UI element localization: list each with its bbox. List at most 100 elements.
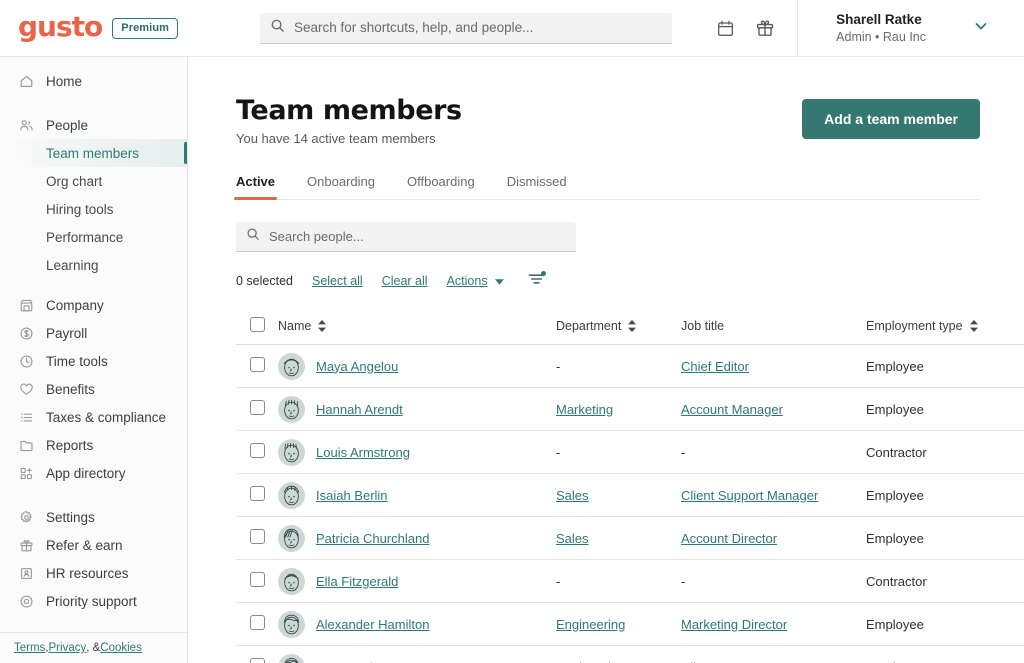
row-checkbox[interactable] [250,357,265,373]
row-checkbox[interactable] [250,658,265,663]
row-checkbox[interactable] [250,572,265,588]
row-select-cell [236,430,278,475]
add-team-member-button[interactable]: Add a team member [802,99,980,139]
sidebar-item-hr-resources[interactable]: HR resources [0,559,187,587]
sidebar-item-performance[interactable]: Performance [0,223,187,251]
table-row[interactable]: Alexander Hamilton Engineering Marketing D… [236,602,1024,647]
sidebar: Home People Team members Org chart Hirin… [0,57,188,663]
user-menu[interactable]: Sharell Ratke Admin • Rau Inc [818,0,1006,56]
sidebar-item-settings[interactable]: Settings [0,503,187,531]
status-tabs: Active Onboarding Offboarding Dismissed [233,174,980,201]
member-name-link[interactable]: Patricia Churchland [316,531,429,546]
select-all-link[interactable]: Select all [312,274,363,288]
sidebar-item-reports[interactable]: Reports [0,431,187,459]
member-name-cell: Isaiah Berlin [278,473,556,518]
member-name-link[interactable]: Alexander Hamilton [316,617,429,632]
gift-icon[interactable] [755,18,775,38]
tab-dismissed[interactable]: Dismissed [507,174,567,199]
job-title-link[interactable]: Marketing Director [681,617,787,632]
table-row[interactable]: Hannah Arendt Marketing Account Manager Emp… [236,387,1024,432]
sidebar-item-app-directory[interactable]: App directory [0,459,187,487]
member-name-link[interactable]: Ella Fitzgerald [316,574,398,589]
sidebar-item-refer-earn[interactable]: Refer & earn [0,531,187,559]
sidebar-item-learning[interactable]: Learning [0,251,187,279]
member-name-cell: Maya Angelou [278,344,556,389]
member-name-link[interactable]: Maya Angelou [316,359,398,374]
sidebar-item-people[interactable]: People [0,111,187,139]
filter-button[interactable] [528,270,546,291]
column-header-employment-type[interactable]: Employment type [866,308,1024,346]
search-people-input[interactable]: Search people... [236,222,576,253]
gusto-logo[interactable]: gusto [18,13,103,41]
department-cell: Sales [556,473,681,518]
employment-type-cell: Contractor [866,430,1024,475]
table-row[interactable]: Louis Armstrong - - Contractor [236,430,1024,475]
terms-link[interactable]: Terms [14,642,45,654]
job-title-link[interactable]: Chief Editor [681,359,749,374]
row-checkbox[interactable] [250,400,265,416]
actions-dropdown[interactable]: Actions [447,274,504,288]
column-header-job-title: Job title [681,308,866,346]
job-title-cell: Account Manager [681,387,866,432]
member-name-link[interactable]: Isaiah Berlin [316,488,388,503]
table-row[interactable]: Isaiah Berlin Sales Client Support Manager… [236,473,1024,518]
column-header-department[interactable]: Department [556,308,681,346]
table-row[interactable]: Ella Fitzgerald - - Contractor [236,559,1024,604]
sidebar-item-hiring-tools[interactable]: Hiring tools [0,195,187,223]
member-name-link[interactable]: Louis Armstrong [316,445,410,460]
table-row[interactable]: Patricia Churchland Sales Account Director… [236,516,1024,561]
job-title-link[interactable]: Client Support Manager [681,488,818,503]
user-info: Sharell Ratke Admin • Rau Inc [836,11,926,46]
department-link[interactable]: Engineering [556,617,625,632]
job-title-link[interactable]: Account Director [681,531,777,546]
employment-type-value: Employee [866,616,924,632]
sidebar-item-team-members[interactable]: Team members [0,139,187,167]
department-link[interactable]: Sales [556,488,589,503]
tab-onboarding[interactable]: Onboarding [307,174,375,199]
sidebar-item-company[interactable]: Company [0,291,187,319]
select-all-checkbox[interactable] [250,317,265,333]
job-title-link[interactable]: Account Manager [681,402,783,417]
store-icon [18,297,34,313]
calendar-icon[interactable] [715,18,735,38]
avatar [278,352,305,380]
footer-sep-2: , & [86,642,101,654]
sidebar-item-benefits[interactable]: Benefits [0,375,187,403]
sidebar-item-payroll[interactable]: Payroll [0,319,187,347]
cookies-link[interactable]: Cookies [100,642,142,654]
department-link[interactable]: Sales [556,531,589,546]
sidebar-item-home[interactable]: Home [0,67,187,95]
sidebar-item-time-tools-label: Time tools [46,353,108,369]
actions-dropdown-label: Actions [446,274,488,289]
sidebar-item-taxes-compliance-label: Taxes & compliance [46,409,167,425]
tab-offboarding[interactable]: Offboarding [407,174,475,199]
sidebar-item-org-chart[interactable]: Org chart [0,167,187,195]
row-checkbox[interactable] [250,615,265,631]
job-title-empty: - [681,444,686,460]
department-link[interactable]: Marketing [556,402,613,417]
job-title-link[interactable]: Client Support Manager [681,660,818,663]
home-icon [18,73,34,89]
sidebar-item-time-tools[interactable]: Time tools [0,347,187,375]
department-link[interactable]: Engineering [556,660,625,663]
department-cell: - [556,430,681,475]
support-icon [18,593,34,609]
avatar [278,481,305,509]
sidebar-item-people-label: People [46,117,89,133]
tab-active[interactable]: Active [233,174,278,201]
row-checkbox[interactable] [250,529,265,545]
member-name-link[interactable]: Immanuel Kant [316,660,403,663]
sidebar-item-taxes-compliance[interactable]: Taxes & compliance [0,403,187,431]
topbar-divider [797,0,799,57]
table-row[interactable]: Immanuel Kant Engineering Client Support M… [236,645,1024,663]
clear-all-link[interactable]: Clear all [382,274,428,288]
row-checkbox[interactable] [250,486,265,502]
global-search[interactable]: Search for shortcuts, help, and people..… [260,12,672,44]
privacy-link[interactable]: Privacy [49,642,87,654]
column-header-name[interactable]: Name [278,308,556,346]
employment-type-value: Employee [866,487,924,503]
row-checkbox[interactable] [250,443,265,459]
member-name-link[interactable]: Hannah Arendt [316,402,403,417]
table-row[interactable]: Maya Angelou - Chief Editor Employee [236,344,1024,389]
sidebar-item-priority-support[interactable]: Priority support [0,587,187,615]
